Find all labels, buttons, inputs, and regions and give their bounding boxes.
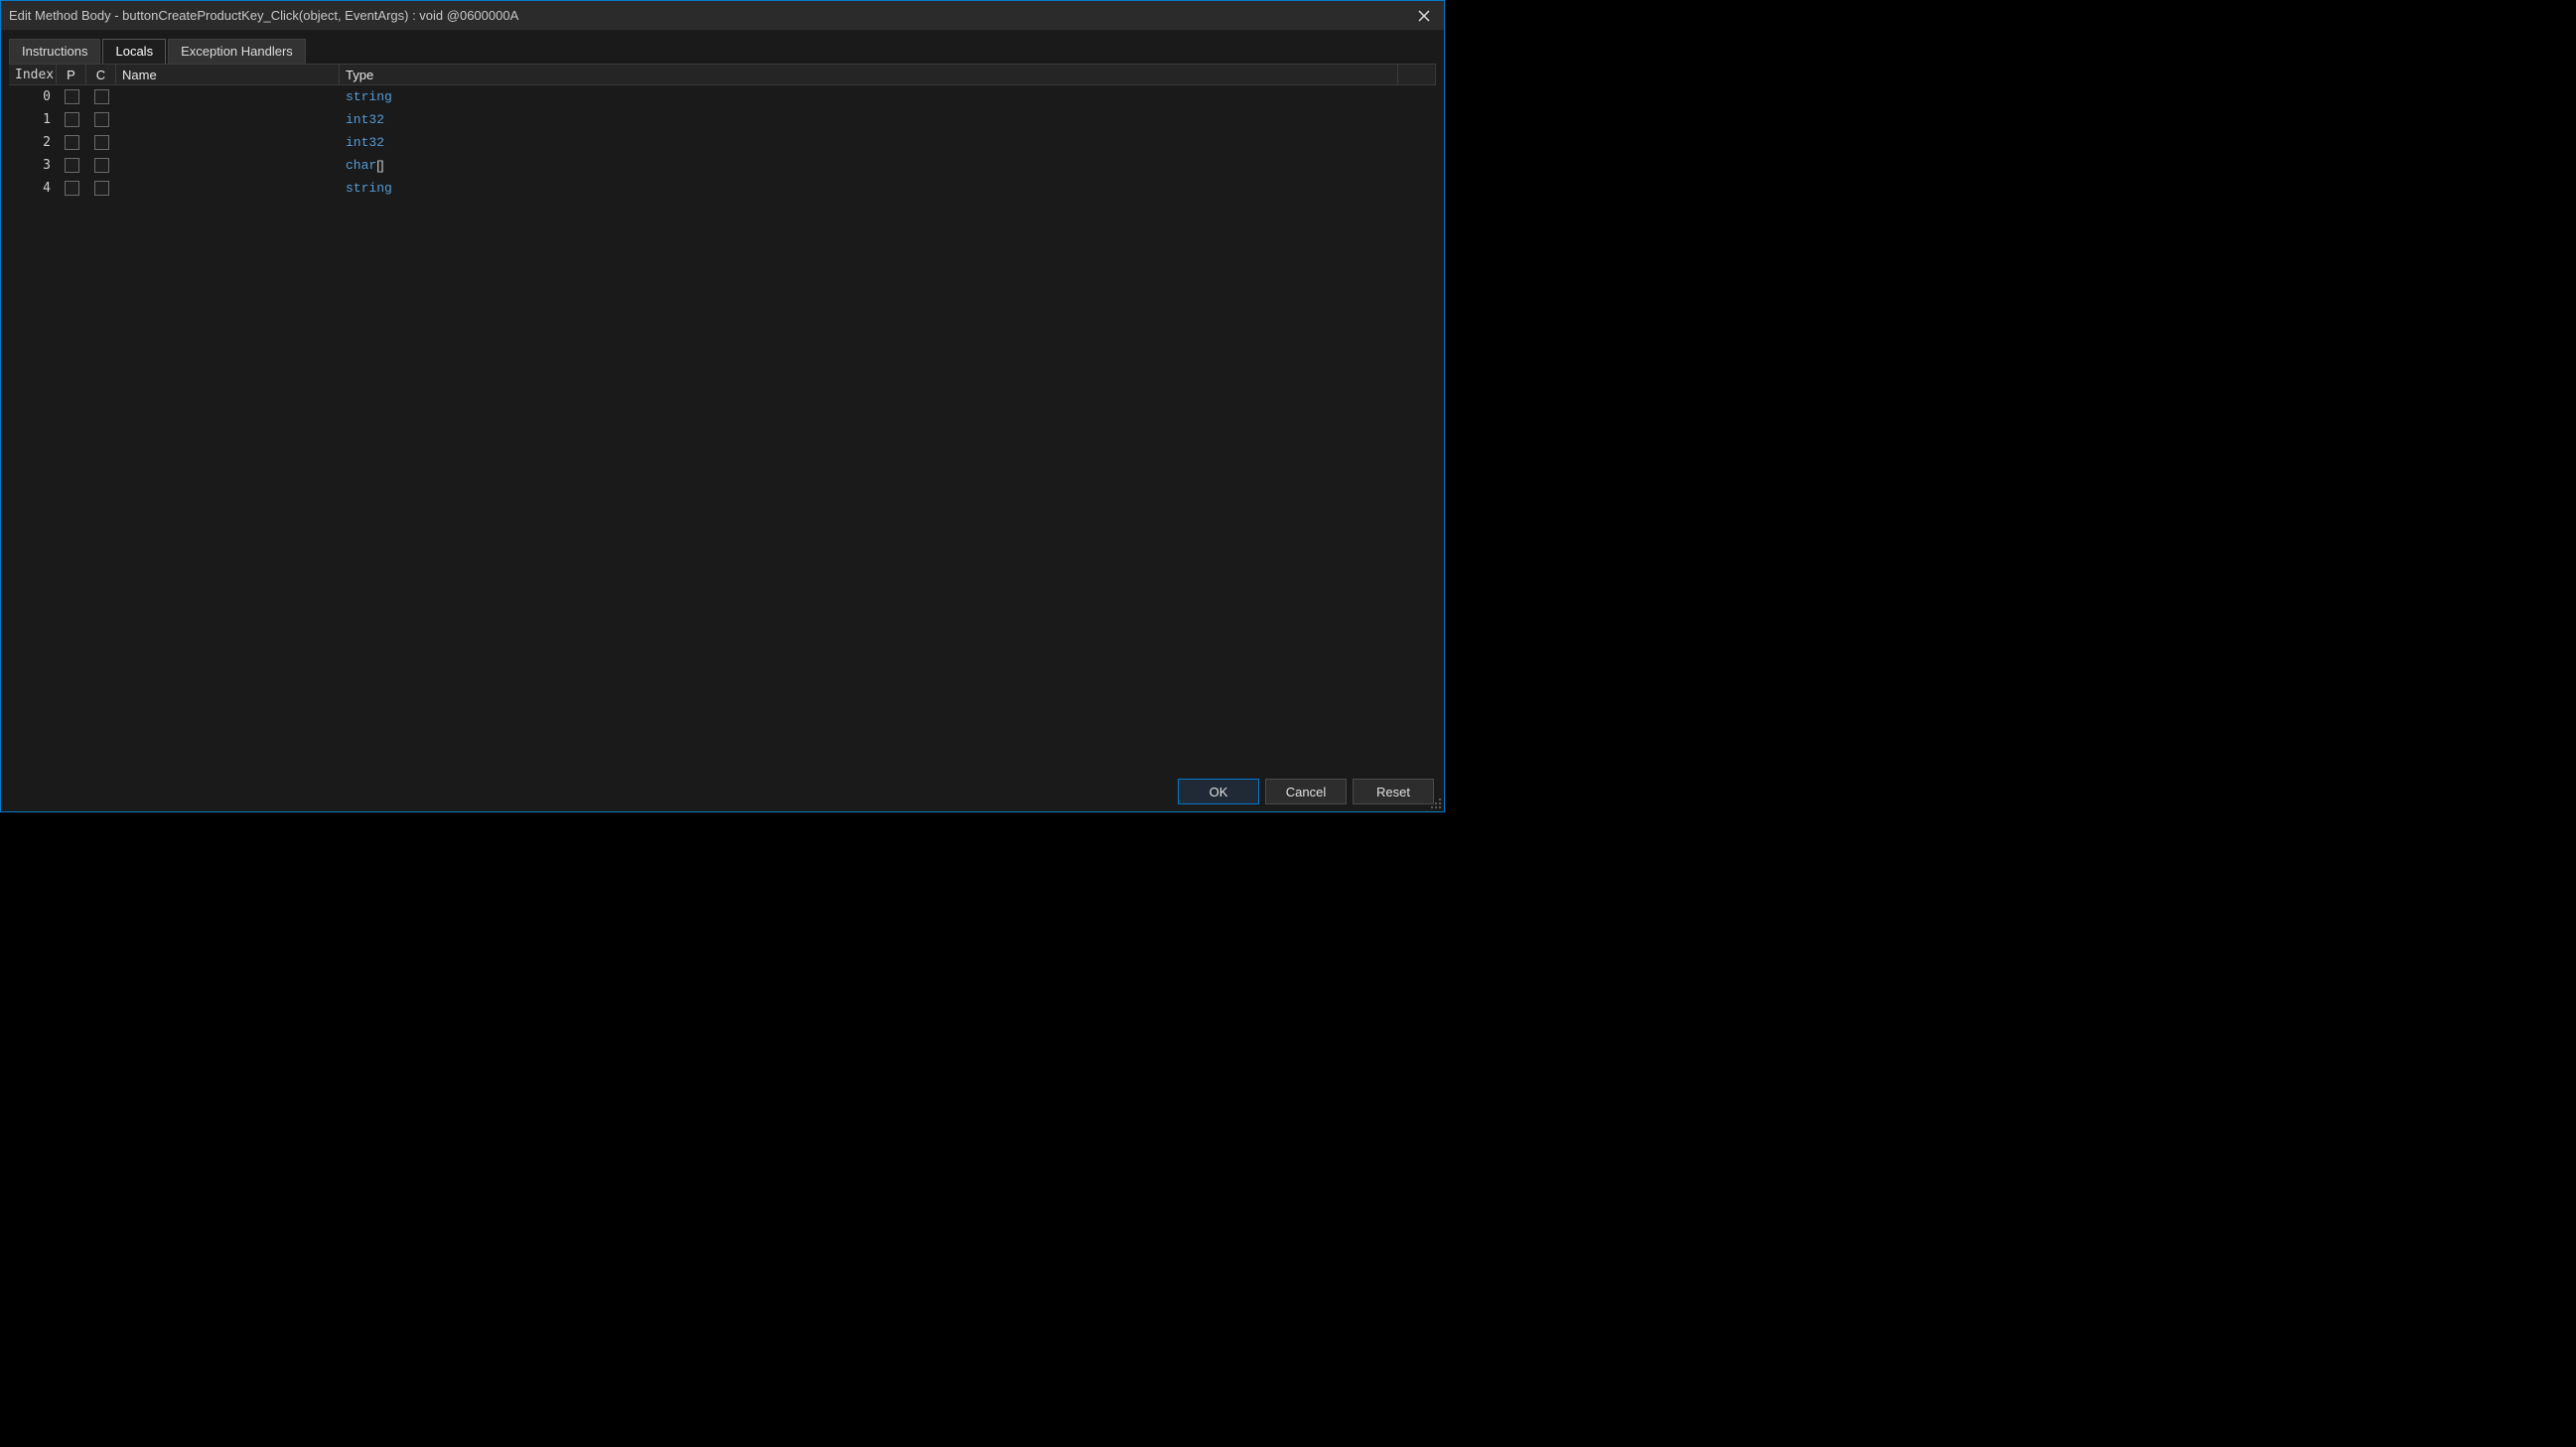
column-header-c[interactable]: C (86, 65, 116, 84)
cancel-button[interactable]: Cancel (1265, 779, 1347, 804)
column-header-name[interactable]: Name (116, 65, 340, 84)
cell-c (86, 131, 116, 154)
cell-name[interactable] (116, 131, 340, 154)
dialog-footer: OK Cancel Reset (1, 778, 1444, 811)
table-row[interactable]: 2 int32 (9, 131, 1436, 154)
column-header-spacer (1398, 65, 1436, 84)
reset-button[interactable]: Reset (1353, 779, 1434, 804)
table-row[interactable]: 3 char[] (9, 154, 1436, 177)
checkbox-c[interactable] (94, 112, 109, 127)
checkbox-p[interactable] (65, 158, 79, 173)
cell-name[interactable] (116, 154, 340, 177)
cell-index: 3 (9, 154, 57, 177)
cell-name[interactable] (116, 85, 340, 108)
cell-name[interactable] (116, 177, 340, 200)
table-row[interactable]: 4 string (9, 177, 1436, 200)
cell-c (86, 177, 116, 200)
cell-type[interactable]: int32 (340, 108, 1436, 131)
type-keyword: int32 (346, 135, 384, 150)
cell-p (57, 131, 86, 154)
window-title: Edit Method Body - buttonCreateProductKe… (9, 8, 1404, 23)
tab-locals[interactable]: Locals (102, 39, 166, 64)
ok-button[interactable]: OK (1178, 779, 1259, 804)
type-keyword: int32 (346, 112, 384, 127)
checkbox-c[interactable] (94, 135, 109, 150)
cell-p (57, 177, 86, 200)
type-keyword: string (346, 181, 392, 196)
edit-method-body-dialog: Edit Method Body - buttonCreateProductKe… (0, 0, 1445, 812)
checkbox-p[interactable] (65, 112, 79, 127)
checkbox-c[interactable] (94, 181, 109, 196)
type-keyword: string (346, 89, 392, 104)
cell-type[interactable]: string (340, 177, 1436, 200)
cell-type[interactable]: char[] (340, 154, 1436, 177)
locals-grid: Index P C Name Type 0 string 1 int32 (9, 64, 1436, 770)
cell-type[interactable]: string (340, 85, 1436, 108)
close-icon (1418, 10, 1430, 22)
type-keyword: char (346, 158, 376, 173)
checkbox-p[interactable] (65, 89, 79, 104)
cell-index: 4 (9, 177, 57, 200)
cell-c (86, 154, 116, 177)
tab-exception-handlers[interactable]: Exception Handlers (168, 39, 306, 64)
grid-header: Index P C Name Type (9, 64, 1436, 85)
close-button[interactable] (1404, 1, 1444, 30)
grid-body[interactable]: 0 string 1 int32 2 int32 3 (9, 85, 1436, 770)
cell-type[interactable]: int32 (340, 131, 1436, 154)
column-header-p[interactable]: P (57, 65, 86, 84)
resize-grip-icon (1428, 796, 1442, 809)
cell-index: 2 (9, 131, 57, 154)
cell-name[interactable] (116, 108, 340, 131)
tabs: Instructions Locals Exception Handlers (1, 31, 1444, 64)
column-header-index[interactable]: Index (9, 65, 57, 84)
checkbox-p[interactable] (65, 135, 79, 150)
cell-p (57, 108, 86, 131)
table-row[interactable]: 1 int32 (9, 108, 1436, 131)
type-suffix: [] (376, 158, 383, 173)
cell-p (57, 85, 86, 108)
cell-c (86, 108, 116, 131)
checkbox-c[interactable] (94, 158, 109, 173)
table-row[interactable]: 0 string (9, 85, 1436, 108)
cell-p (57, 154, 86, 177)
cell-index: 1 (9, 108, 57, 131)
titlebar: Edit Method Body - buttonCreateProductKe… (1, 1, 1444, 31)
column-header-type[interactable]: Type (340, 65, 1398, 84)
cell-index: 0 (9, 85, 57, 108)
cell-c (86, 85, 116, 108)
checkbox-p[interactable] (65, 181, 79, 196)
checkbox-c[interactable] (94, 89, 109, 104)
resize-grip[interactable] (1428, 796, 1442, 809)
tab-instructions[interactable]: Instructions (9, 39, 100, 64)
